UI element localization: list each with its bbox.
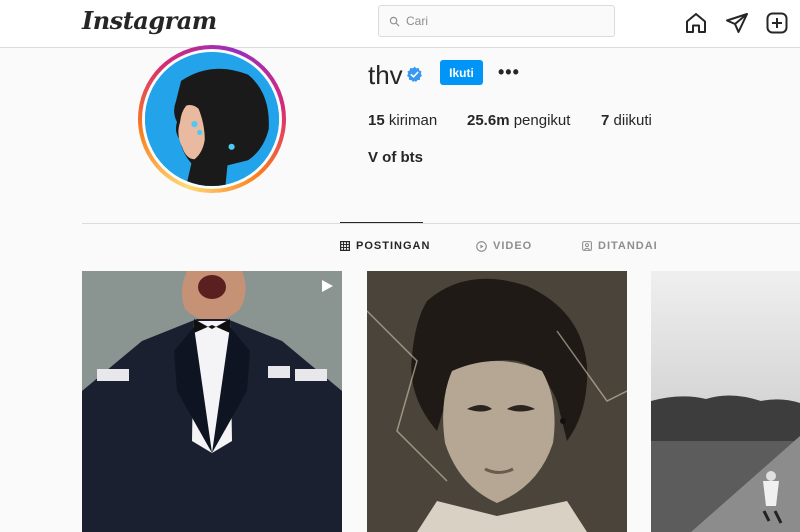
following-count-value: 7 bbox=[601, 112, 610, 129]
posts-count: 15 kiriman bbox=[368, 112, 437, 129]
more-options-icon[interactable]: ••• bbox=[498, 62, 520, 83]
tab-posts-label: POSTINGAN bbox=[356, 240, 431, 252]
search-icon bbox=[389, 16, 400, 26]
posts-count-value: 15 bbox=[368, 112, 385, 129]
following-count[interactable]: 7 diikuti bbox=[601, 112, 652, 129]
tab-posts[interactable]: POSTINGAN bbox=[340, 240, 430, 252]
avatar-image bbox=[145, 52, 279, 186]
post-thumbnail[interactable] bbox=[367, 271, 627, 532]
tab-tagged[interactable]: DITANDAI bbox=[582, 240, 658, 252]
active-tab-indicator bbox=[340, 222, 423, 223]
followers-count[interactable]: 25.6m pengikut bbox=[467, 112, 570, 129]
followers-count-value: 25.6m bbox=[467, 112, 510, 129]
profile-bio: V of bts bbox=[368, 149, 423, 166]
reel-play-icon bbox=[322, 280, 333, 292]
post-thumbnail[interactable] bbox=[651, 271, 800, 532]
follow-button[interactable]: Ikuti bbox=[440, 60, 483, 85]
new-post-icon[interactable] bbox=[765, 11, 789, 35]
tab-video-label: VIDEO bbox=[493, 240, 533, 252]
instagram-logo[interactable]: Instagram bbox=[82, 6, 217, 35]
search-input[interactable] bbox=[406, 14, 596, 28]
tab-video[interactable]: VIDEO bbox=[476, 240, 532, 252]
home-icon[interactable] bbox=[684, 11, 708, 35]
profile-username: thv bbox=[368, 60, 403, 90]
post-thumbnail[interactable] bbox=[82, 271, 342, 532]
tag-icon bbox=[582, 241, 592, 251]
play-circle-icon bbox=[476, 240, 487, 252]
search-box[interactable] bbox=[378, 5, 615, 37]
following-count-label: diikuti bbox=[613, 112, 652, 129]
posts-count-label: kiriman bbox=[388, 112, 438, 129]
grid-icon bbox=[340, 241, 350, 251]
profile-avatar[interactable] bbox=[138, 45, 286, 193]
followers-count-label: pengikut bbox=[513, 112, 571, 129]
tabs-divider bbox=[82, 223, 800, 224]
top-nav-bar: Instagram bbox=[0, 0, 800, 48]
verified-badge-icon bbox=[407, 66, 422, 83]
tab-tagged-label: DITANDAI bbox=[598, 240, 658, 252]
direct-message-icon[interactable] bbox=[725, 11, 749, 35]
